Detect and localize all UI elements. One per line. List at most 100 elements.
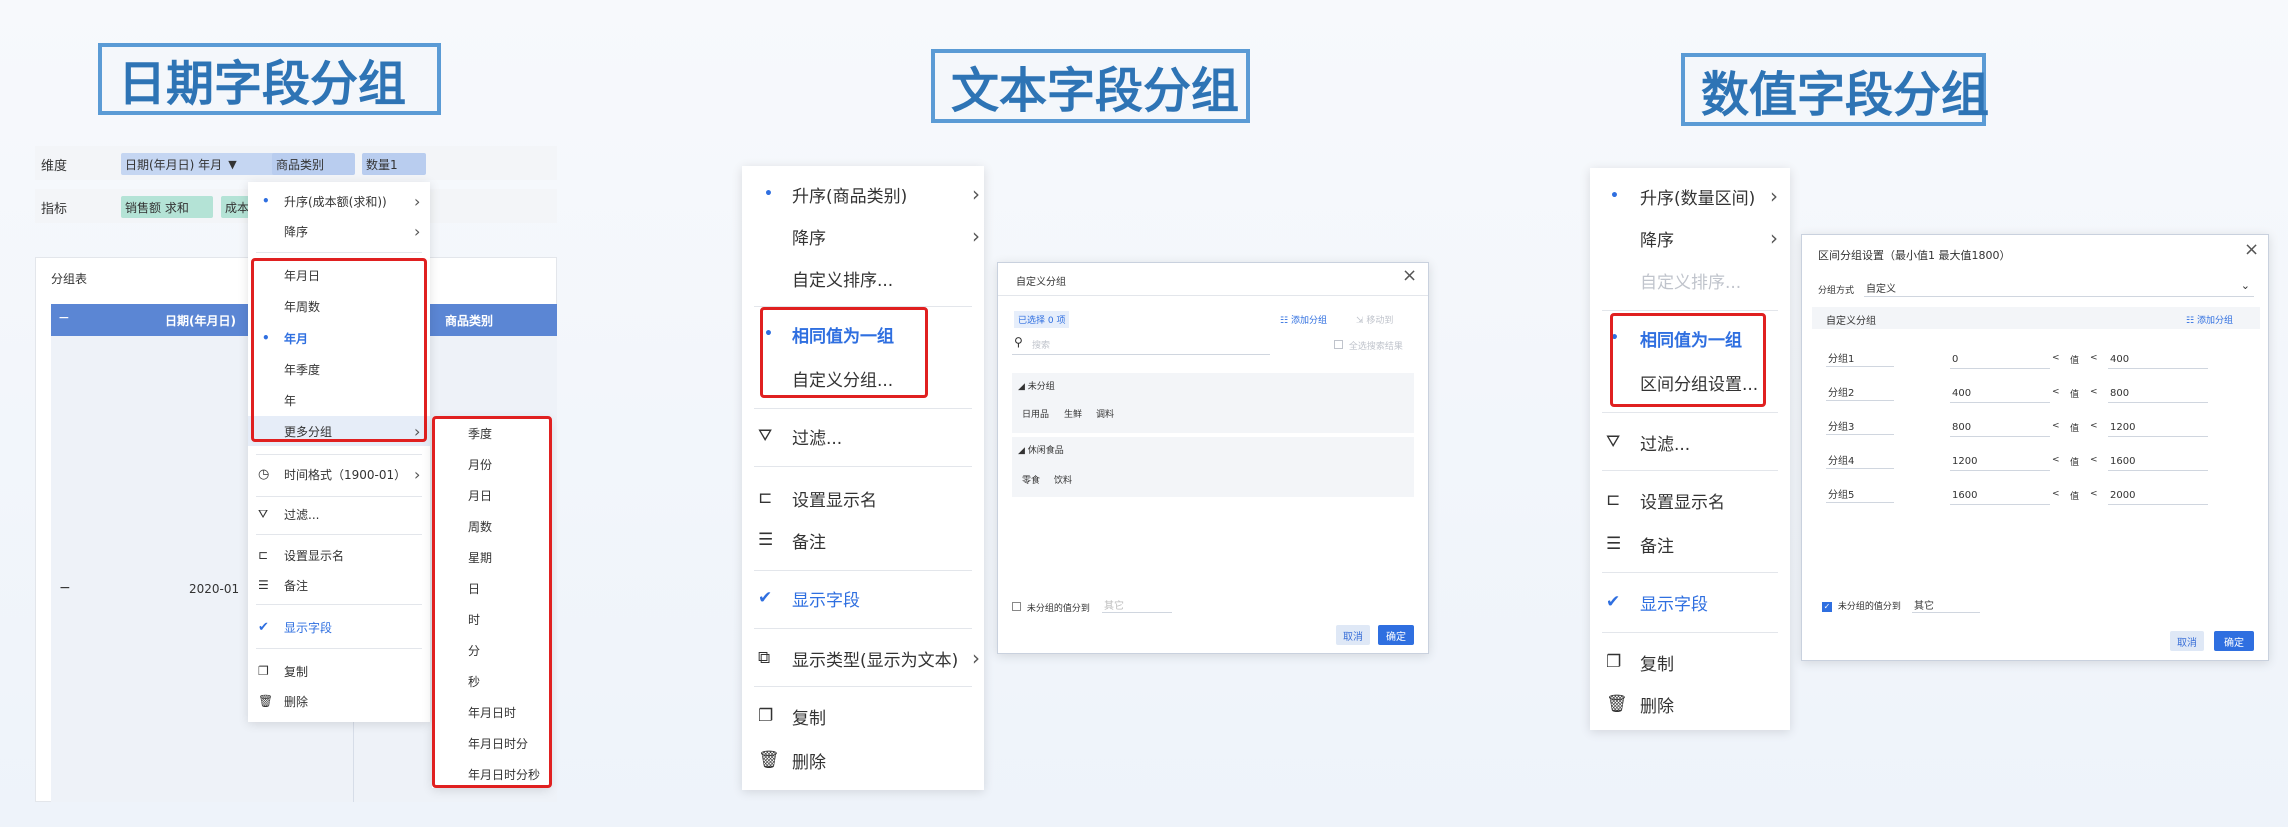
menu-delete[interactable]: 🗑 删除 (742, 740, 984, 780)
menu-filter[interactable]: ⛛ 过滤... (248, 498, 430, 530)
ungrouped-target[interactable]: 其它 (1912, 597, 1980, 613)
table-header-collapse[interactable]: − (58, 310, 70, 326)
range-low-field[interactable]: 800 (1950, 419, 2050, 437)
add-group-button[interactable]: ☷ 添加分组 (2186, 313, 2233, 326)
op-upper[interactable]: < (2090, 455, 2098, 465)
menu-remark[interactable]: ☰ 备注 (248, 570, 430, 600)
range-high-field[interactable]: 1600 (2108, 453, 2208, 471)
menu-sort-asc[interactable]: • 升序(商品类别) › (742, 174, 984, 214)
group-name-field[interactable]: 分组4 (1826, 451, 1894, 469)
submenu-item[interactable]: 分 (432, 635, 550, 666)
submenu-item[interactable]: 年月日时分秒 (432, 759, 550, 790)
dim-chip-category[interactable]: 商品类别 (272, 153, 355, 175)
close-icon[interactable]: × (1402, 265, 1417, 286)
menu-sort-asc[interactable]: • 升序(数量区间) › (1590, 176, 1790, 216)
range-low-field[interactable]: 1200 (1950, 453, 2050, 471)
menu-remark[interactable]: ☰ 备注 (742, 520, 984, 560)
range-high-field[interactable]: 400 (2108, 351, 2208, 369)
group-name-field[interactable]: 分组1 (1826, 349, 1894, 367)
op-lower[interactable]: < (2052, 353, 2060, 363)
close-icon[interactable]: × (2244, 239, 2259, 260)
range-low-field[interactable]: 1600 (1950, 487, 2050, 505)
group-item[interactable]: 饮料 (1054, 473, 1072, 486)
group-item[interactable]: 调料 (1096, 407, 1114, 420)
menu-range-group[interactable]: 区间分组设置... (1590, 362, 1790, 402)
range-low-field[interactable]: 400 (1950, 385, 2050, 403)
menu-copy[interactable]: ❐ 复制 (248, 656, 430, 686)
menu-display-name[interactable]: ⊏ 设置显示名 (1590, 480, 1790, 520)
menu-sort-desc[interactable]: 降序 › (742, 216, 984, 256)
submenu-item[interactable]: 年月日时分 (432, 728, 550, 759)
menu-show-field[interactable]: ✔ 显示字段 (248, 612, 430, 642)
submenu-item[interactable]: 月份 (432, 449, 550, 480)
submenu-item[interactable]: 年月日时 (432, 697, 550, 728)
menu-sort-asc[interactable]: • 升序(成本额(求和)) › (248, 186, 430, 216)
row-collapse[interactable]: − (59, 580, 71, 596)
ungrouped-target[interactable]: 其它 (1102, 597, 1172, 613)
select-all-search[interactable]: 全选搜索结果 (1334, 339, 1403, 352)
menu-delete[interactable]: 🗑 删除 (248, 686, 430, 716)
menu-show-field[interactable]: ✔ 显示字段 (742, 578, 984, 618)
op-lower[interactable]: < (2052, 421, 2060, 431)
menu-custom-sort[interactable]: 自定义排序... (1590, 260, 1790, 300)
menu-display-name[interactable]: ⊏ 设置显示名 (742, 478, 984, 518)
menu-display-name[interactable]: ⊏ 设置显示名 (248, 540, 430, 570)
group-name-field[interactable]: 分组3 (1826, 417, 1894, 435)
group-item[interactable]: 零食 (1022, 473, 1040, 486)
submenu-item[interactable]: 秒 (432, 666, 550, 697)
menu-copy[interactable]: ❐ 复制 (1590, 642, 1790, 682)
op-lower[interactable]: < (2052, 455, 2060, 465)
cancel-button[interactable]: 取消 (1336, 625, 1370, 645)
menu-group-yq[interactable]: 年季度 (248, 354, 430, 384)
op-upper[interactable]: < (2090, 421, 2098, 431)
menu-filter[interactable]: ⛛ 过滤... (1590, 422, 1790, 462)
op-upper[interactable]: < (2090, 489, 2098, 499)
menu-remark[interactable]: ☰ 备注 (1590, 524, 1790, 564)
op-upper[interactable]: < (2090, 387, 2098, 397)
dim-chip-qty[interactable]: 数量1 (362, 153, 426, 175)
menu-sort-desc[interactable]: 降序 › (248, 216, 430, 246)
menu-group-ym[interactable]: • 年月 (248, 323, 430, 353)
op-upper[interactable]: < (2090, 353, 2098, 363)
move-to-button[interactable]: ⇲ 移动到 (1356, 313, 1393, 326)
group-name-field[interactable]: 分组5 (1826, 485, 1894, 503)
menu-group-y[interactable]: 年 (248, 385, 430, 415)
method-select[interactable]: 自定义 ⌄ (1864, 279, 2254, 297)
add-group-button[interactable]: ☷ 添加分组 (1280, 313, 1327, 326)
submenu-item[interactable]: 月日 (432, 480, 550, 511)
range-high-field[interactable]: 2000 (2108, 487, 2208, 505)
metric-chip-sales[interactable]: 销售额 求和 (121, 196, 213, 218)
menu-copy[interactable]: ❐ 复制 (742, 696, 984, 736)
menu-display-type[interactable]: ⧉ 显示类型(显示为文本) › (742, 638, 984, 678)
ok-button[interactable]: 确定 (1378, 625, 1414, 645)
menu-time-format[interactable]: ◷ 时间格式（1900-01） › (248, 457, 430, 491)
ungrouped-option[interactable]: 未分组的值分到 (1012, 601, 1090, 614)
menu-filter[interactable]: ⛛ 过滤... (742, 416, 984, 456)
group-item[interactable]: 日用品 (1022, 407, 1049, 420)
ok-button[interactable]: 确定 (2214, 631, 2254, 651)
submenu-item[interactable]: 日 (432, 573, 550, 604)
cancel-button[interactable]: 取消 (2170, 631, 2204, 651)
op-lower[interactable]: < (2052, 387, 2060, 397)
submenu-item[interactable]: 季度 (432, 418, 550, 449)
menu-sort-desc[interactable]: 降序 › (1590, 218, 1790, 258)
menu-same-value[interactable]: • 相同值为一组 (1590, 318, 1790, 358)
menu-custom-sort[interactable]: 自定义排序... (742, 258, 984, 298)
menu-custom-group[interactable]: 自定义分组... (742, 358, 984, 398)
submenu-item[interactable]: 时 (432, 604, 550, 635)
search-box[interactable]: ⚲ 搜索 (1012, 333, 1270, 355)
menu-group-yweek[interactable]: 年周数 (248, 291, 430, 321)
range-high-field[interactable]: 800 (2108, 385, 2208, 403)
group-item[interactable]: 生鲜 (1064, 407, 1082, 420)
submenu-item[interactable]: 周数 (432, 511, 550, 542)
menu-group-ymd[interactable]: 年月日 (248, 260, 430, 290)
menu-show-field[interactable]: ✔ 显示字段 (1590, 582, 1790, 622)
menu-same-value[interactable]: • 相同值为一组 (742, 314, 984, 354)
range-low-field[interactable]: 0 (1950, 351, 2050, 369)
menu-delete[interactable]: 🗑 删除 (1590, 684, 1790, 724)
ungrouped-option[interactable]: ✓ 未分组的值分到 (1822, 599, 1901, 612)
group-name-field[interactable]: 分组2 (1826, 383, 1894, 401)
submenu-item[interactable]: 星期 (432, 542, 550, 573)
range-high-field[interactable]: 1200 (2108, 419, 2208, 437)
menu-more-group[interactable]: 更多分组 › (248, 416, 430, 446)
